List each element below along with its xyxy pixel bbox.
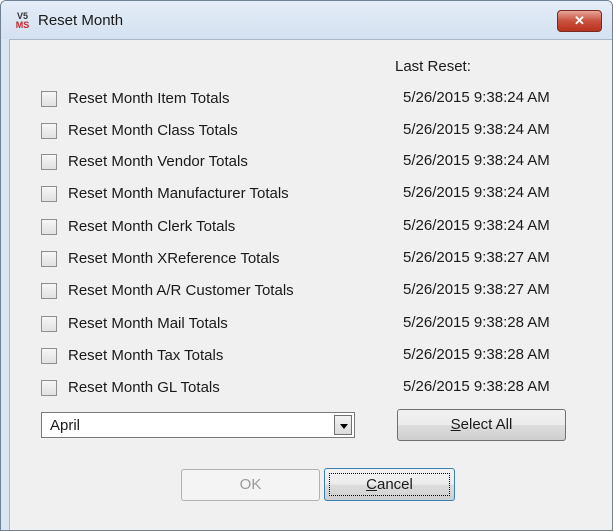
last-reset-header: Last Reset: <box>395 58 471 75</box>
month-select-value: April <box>50 417 81 434</box>
row-label[interactable]: Reset Month Tax Totals <box>68 347 223 364</box>
row-last-reset: 5/26/2015 9:38:24 AM <box>403 184 550 201</box>
checkbox-tax-totals[interactable] <box>41 348 57 364</box>
chevron-down-icon <box>340 424 348 429</box>
checkbox-item-totals[interactable] <box>41 91 57 107</box>
checkbox-xreference-totals[interactable] <box>41 251 57 267</box>
checkbox-manufacturer-totals[interactable] <box>41 186 57 202</box>
checkbox-ar-customer-totals[interactable] <box>41 283 57 299</box>
month-select-dropdown-button[interactable] <box>334 415 352 435</box>
checkbox-class-totals[interactable] <box>41 123 57 139</box>
ok-label: OK <box>239 476 262 493</box>
checkbox-vendor-totals[interactable] <box>41 154 57 170</box>
row-last-reset: 5/26/2015 9:38:28 AM <box>403 378 550 395</box>
row-label[interactable]: Reset Month Vendor Totals <box>68 153 248 170</box>
dialog-body: Last Reset: Reset Month Item Totals 5/26… <box>9 39 612 530</box>
row-last-reset: 5/26/2015 9:38:27 AM <box>403 249 550 266</box>
row-last-reset: 5/26/2015 9:38:24 AM <box>403 217 550 234</box>
window-title: Reset Month <box>38 12 124 29</box>
checkbox-clerk-totals[interactable] <box>41 219 57 235</box>
row-label[interactable]: Reset Month Clerk Totals <box>68 218 235 235</box>
select-all-accel: S <box>450 416 461 433</box>
select-all-label: elect All <box>460 416 513 433</box>
title-bar[interactable]: V5 MS Reset Month ✕ <box>1 1 612 39</box>
row-label[interactable]: Reset Month Manufacturer Totals <box>68 185 289 202</box>
row-last-reset: 5/26/2015 9:38:28 AM <box>403 346 550 363</box>
cancel-accel: C <box>366 476 377 493</box>
row-last-reset: 5/26/2015 9:38:24 AM <box>403 89 550 106</box>
month-select[interactable]: April <box>41 412 355 438</box>
row-last-reset: 5/26/2015 9:38:24 AM <box>403 121 550 138</box>
row-label[interactable]: Reset Month Class Totals <box>68 122 238 139</box>
row-last-reset: 5/26/2015 9:38:28 AM <box>403 314 550 331</box>
close-button[interactable]: ✕ <box>557 10 602 32</box>
select-all-button[interactable]: Select All <box>397 409 566 441</box>
cancel-label: ancel <box>376 476 413 493</box>
row-label[interactable]: Reset Month Item Totals <box>68 90 229 107</box>
reset-month-window: V5 MS Reset Month ✕ Last Reset: Reset Mo… <box>0 0 613 531</box>
close-icon: ✕ <box>574 13 585 28</box>
row-label[interactable]: Reset Month XReference Totals <box>68 250 280 267</box>
checkbox-mail-totals[interactable] <box>41 316 57 332</box>
app-logo-bottom: MS <box>15 20 30 30</box>
checkbox-gl-totals[interactable] <box>41 380 57 396</box>
row-last-reset: 5/26/2015 9:38:27 AM <box>403 281 550 298</box>
cancel-button[interactable]: Cancel <box>324 468 455 501</box>
ok-button[interactable]: OK <box>181 469 320 501</box>
row-label[interactable]: Reset Month A/R Customer Totals <box>68 282 294 299</box>
row-label[interactable]: Reset Month Mail Totals <box>68 315 228 332</box>
app-logo-icon: V5 MS <box>14 12 31 30</box>
row-last-reset: 5/26/2015 9:38:24 AM <box>403 152 550 169</box>
row-label[interactable]: Reset Month GL Totals <box>68 379 220 396</box>
